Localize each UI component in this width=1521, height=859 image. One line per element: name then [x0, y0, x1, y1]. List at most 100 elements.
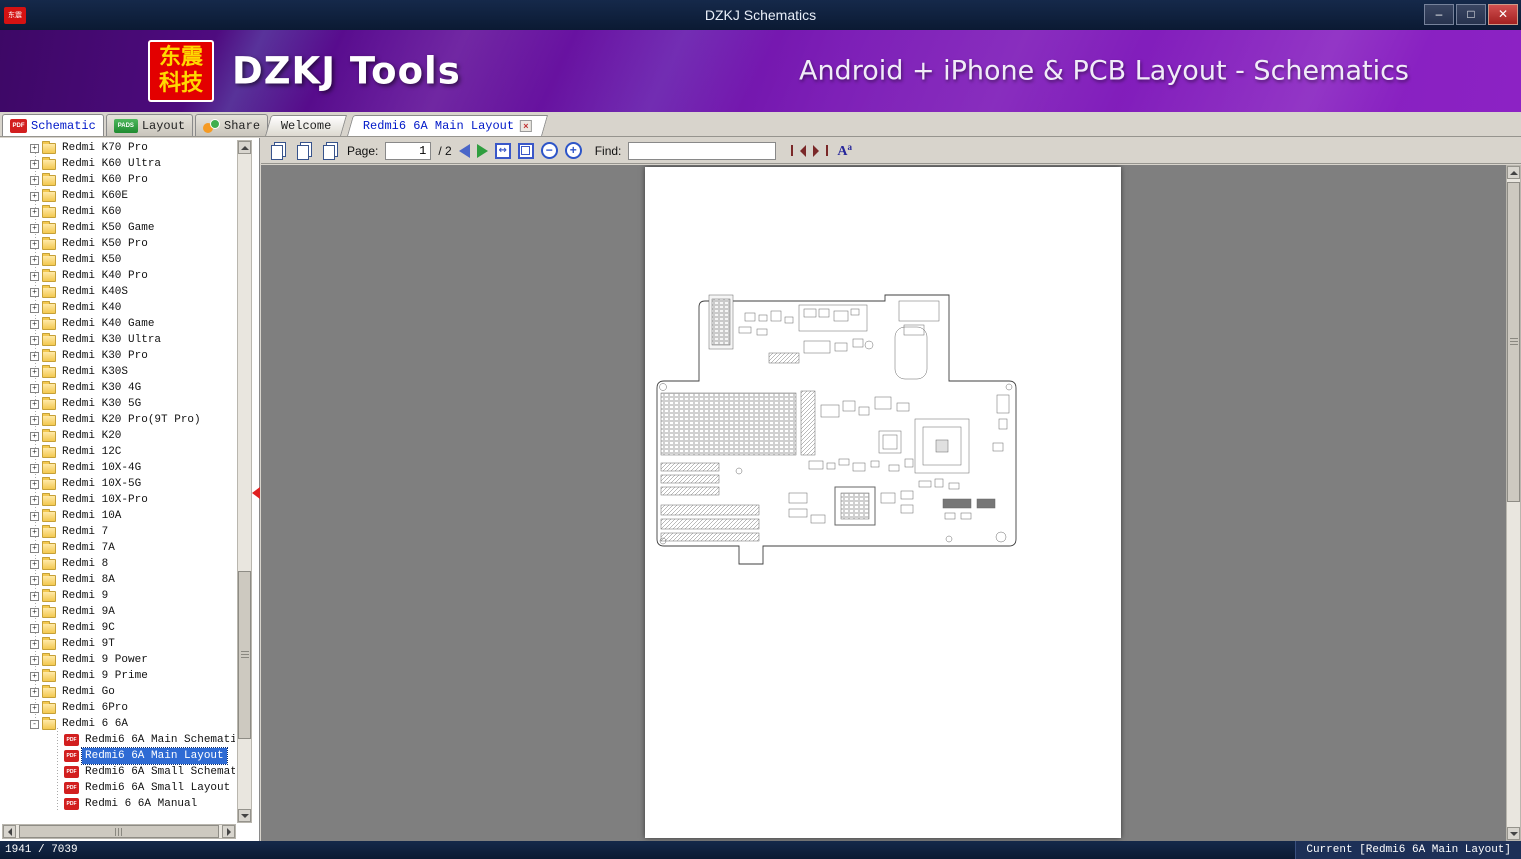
tree-file[interactable]: Redmi6 6A Small Layout — [0, 780, 235, 796]
close-icon[interactable] — [520, 120, 533, 132]
scrollbar-thumb[interactable] — [1507, 182, 1520, 502]
expand-icon[interactable]: + — [30, 207, 39, 217]
expand-icon[interactable]: + — [30, 415, 39, 425]
tree-folder[interactable]: + Redmi 9 Prime — [0, 668, 235, 684]
expand-icon[interactable]: + — [30, 255, 39, 265]
expand-icon[interactable]: + — [30, 639, 39, 649]
expand-icon[interactable]: + — [30, 287, 39, 297]
expand-icon[interactable]: + — [30, 575, 39, 585]
collapse-icon[interactable]: - — [30, 719, 39, 729]
expand-icon[interactable]: + — [30, 591, 39, 601]
expand-icon[interactable]: + — [30, 303, 39, 313]
tree-folder[interactable]: + Redmi 10X-5G — [0, 476, 235, 492]
tab-redmi6-6a-main-layout[interactable]: Redmi6 6A Main Layout — [347, 115, 549, 136]
expand-icon[interactable]: + — [30, 623, 39, 633]
expand-icon[interactable]: + — [30, 367, 39, 377]
minimize-button[interactable]: – — [1424, 4, 1454, 25]
tree-folder[interactable]: + Redmi K30 Ultra — [0, 332, 235, 348]
tree-folder[interactable]: + Redmi 6Pro — [0, 700, 235, 716]
previous-page-icon[interactable] — [458, 143, 470, 158]
scroll-down-icon[interactable] — [1507, 827, 1520, 840]
tree-folder[interactable]: + Redmi K50 Game — [0, 220, 235, 236]
expand-icon[interactable]: + — [30, 399, 39, 409]
tab-welcome[interactable]: Welcome — [264, 115, 348, 136]
tab-schematic[interactable]: Schematic — [2, 114, 104, 136]
tree-folder[interactable]: + Redmi K40 Pro — [0, 268, 235, 284]
scrollbar-thumb[interactable] — [238, 571, 251, 739]
expand-icon[interactable]: + — [30, 159, 39, 169]
tree-folder[interactable]: + Redmi K60 Ultra — [0, 156, 235, 172]
tree-folder[interactable]: + Redmi 9 — [0, 588, 235, 604]
expand-icon[interactable]: + — [30, 671, 39, 681]
expand-icon[interactable]: + — [30, 479, 39, 489]
tree-folder[interactable]: + Redmi 9T — [0, 636, 235, 652]
expand-icon[interactable]: + — [30, 431, 39, 441]
tree-folder[interactable]: + Redmi 7 — [0, 524, 235, 540]
tab-layout[interactable]: Layout — [105, 114, 194, 136]
tree-folder[interactable]: + Redmi K60 Pro — [0, 172, 235, 188]
expand-icon[interactable]: + — [30, 383, 39, 393]
tree-folder[interactable]: + Redmi 10A — [0, 508, 235, 524]
tree-folder[interactable]: + Redmi K20 Pro(9T Pro) — [0, 412, 235, 428]
tree-folder[interactable]: + Redmi K40 — [0, 300, 235, 316]
scroll-right-icon[interactable] — [222, 825, 235, 838]
tree-file[interactable]: Redmi6 6A Main Schematic — [0, 732, 235, 748]
sidebar-collapse-arrow[interactable] — [252, 487, 260, 499]
tree-folder[interactable]: + Redmi K30 4G — [0, 380, 235, 396]
tree-folder[interactable]: + Redmi 9A — [0, 604, 235, 620]
scroll-up-icon[interactable] — [238, 141, 251, 154]
tree-folder[interactable]: + Redmi 12C — [0, 444, 235, 460]
tree-folder[interactable]: + Redmi 8 — [0, 556, 235, 572]
expand-icon[interactable]: + — [30, 607, 39, 617]
expand-icon[interactable]: + — [30, 239, 39, 249]
expand-icon[interactable]: + — [30, 335, 39, 345]
tree-folder[interactable]: + Redmi K50 Pro — [0, 236, 235, 252]
expand-icon[interactable]: + — [30, 447, 39, 457]
close-button[interactable]: ✕ — [1488, 4, 1518, 25]
expand-icon[interactable]: + — [30, 351, 39, 361]
expand-icon[interactable]: + — [30, 559, 39, 569]
expand-icon[interactable]: + — [30, 495, 39, 505]
find-previous-icon[interactable] — [791, 144, 807, 157]
expand-icon[interactable]: + — [30, 527, 39, 537]
tree-folder[interactable]: + Redmi K40 Game — [0, 316, 235, 332]
expand-icon[interactable]: + — [30, 655, 39, 665]
tree-folder[interactable]: + Redmi K50 — [0, 252, 235, 268]
expand-icon[interactable]: + — [30, 687, 39, 697]
tab-share[interactable]: Share — [195, 114, 269, 136]
facing-pages-icon[interactable] — [297, 144, 309, 160]
tree-folder[interactable]: + Redmi 9C — [0, 620, 235, 636]
next-page-icon[interactable] — [476, 143, 488, 158]
tree-folder[interactable]: + Redmi 9 Power — [0, 652, 235, 668]
viewer-vertical-scrollbar[interactable] — [1506, 165, 1521, 841]
tree-folder[interactable]: + Redmi Go — [0, 684, 235, 700]
expand-icon[interactable]: + — [30, 191, 39, 201]
sidebar-vertical-scrollbar[interactable] — [237, 140, 252, 823]
expand-icon[interactable]: + — [30, 175, 39, 185]
tree-folder[interactable]: + Redmi K30 Pro — [0, 348, 235, 364]
book-view-icon[interactable] — [323, 144, 335, 160]
zoom-in-icon[interactable] — [564, 142, 582, 159]
expand-icon[interactable]: + — [30, 319, 39, 329]
scroll-down-icon[interactable] — [238, 809, 251, 822]
tree-folder[interactable]: + Redmi 7A — [0, 540, 235, 556]
expand-icon[interactable]: + — [30, 463, 39, 473]
expand-icon[interactable]: + — [30, 143, 39, 153]
tree-file[interactable]: Redmi 6 6A Manual — [0, 796, 235, 812]
expand-icon[interactable]: + — [30, 223, 39, 233]
tree-folder[interactable]: + Redmi K20 — [0, 428, 235, 444]
fit-width-icon[interactable] — [494, 142, 511, 159]
tree-folder[interactable]: + Redmi K70 Pro — [0, 140, 235, 156]
expand-icon[interactable]: + — [30, 703, 39, 713]
expand-icon[interactable]: + — [30, 543, 39, 553]
sidebar-horizontal-scrollbar[interactable] — [2, 824, 236, 839]
tree-file[interactable]: Redmi6 6A Small Schematic — [0, 764, 235, 780]
expand-icon[interactable]: + — [30, 271, 39, 281]
tree-folder[interactable]: + Redmi K60 — [0, 204, 235, 220]
maximize-button[interactable]: □ — [1456, 4, 1486, 25]
tree-folder[interactable]: + Redmi K40S — [0, 284, 235, 300]
tree-folder[interactable]: - Redmi 6 6A — [0, 716, 235, 732]
scrollbar-thumb[interactable] — [19, 825, 219, 838]
font-size-icon[interactable] — [837, 142, 852, 160]
tree-folder[interactable]: + Redmi 10X-Pro — [0, 492, 235, 508]
